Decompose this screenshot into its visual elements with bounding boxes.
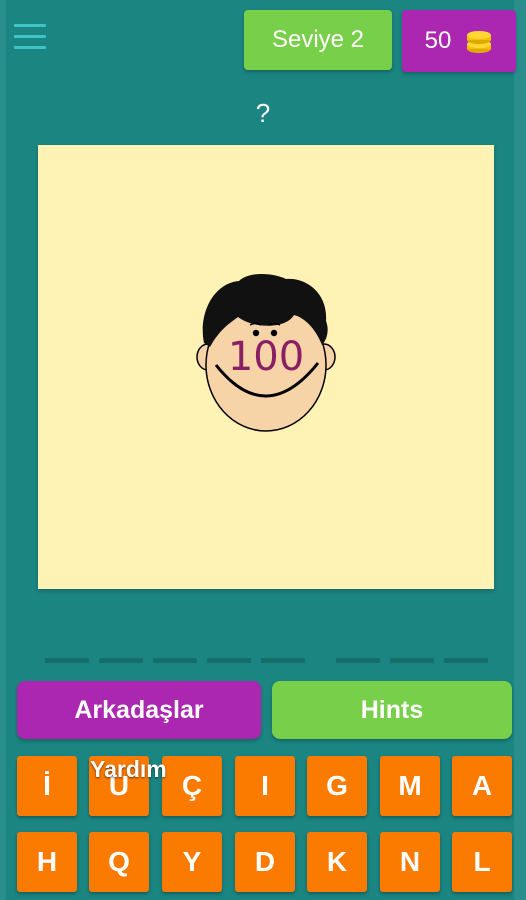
coin-stack-icon [467,31,492,53]
letter-key[interactable]: Q [89,832,149,892]
right-frame-edge [514,0,526,900]
letter-key[interactable]: H [17,832,77,892]
answer-slot[interactable] [336,658,380,663]
answer-slot[interactable] [45,658,89,663]
coin-counter[interactable]: 50 [402,10,516,72]
friends-button-label: Arkadaşlar [74,695,204,724]
smiling-face-icon: 100 [196,274,336,432]
letter-key[interactable]: L [452,832,512,892]
letter-key[interactable]: Y [162,832,222,892]
question-mark: ? [255,98,271,128]
face-number-text: 100 [228,334,304,380]
puzzle-picture: 100 [38,145,494,589]
answer-slot[interactable] [444,658,488,663]
level-badge: Seviye 2 [244,10,392,70]
left-frame-edge [0,0,6,900]
answer-slot[interactable] [390,658,434,663]
answer-slots [0,658,526,664]
friends-help-button[interactable]: Arkadaşlar [17,681,261,739]
letter-key[interactable]: I [235,756,295,816]
letter-key[interactable]: A [452,756,512,816]
level-label: Seviye 2 [271,26,365,53]
letter-key[interactable]: D [235,832,295,892]
hints-button-label: Hints [360,695,424,724]
letter-key[interactable]: G [307,756,367,816]
answer-slot[interactable] [207,658,251,663]
letter-key[interactable]: M [380,756,440,816]
answer-slot[interactable] [99,658,143,663]
hamburger-menu-icon[interactable] [14,24,46,54]
letter-key[interactable]: İ [17,756,77,816]
friends-help-sublabel: Yardım [90,756,167,782]
letter-key[interactable]: K [307,832,367,892]
answer-slot[interactable] [261,658,305,663]
coin-count: 50 [424,27,452,54]
letter-key[interactable]: N [380,832,440,892]
letter-key[interactable]: Ç [162,756,222,816]
answer-slot[interactable] [153,658,197,663]
hints-button[interactable]: Hints [272,681,512,739]
